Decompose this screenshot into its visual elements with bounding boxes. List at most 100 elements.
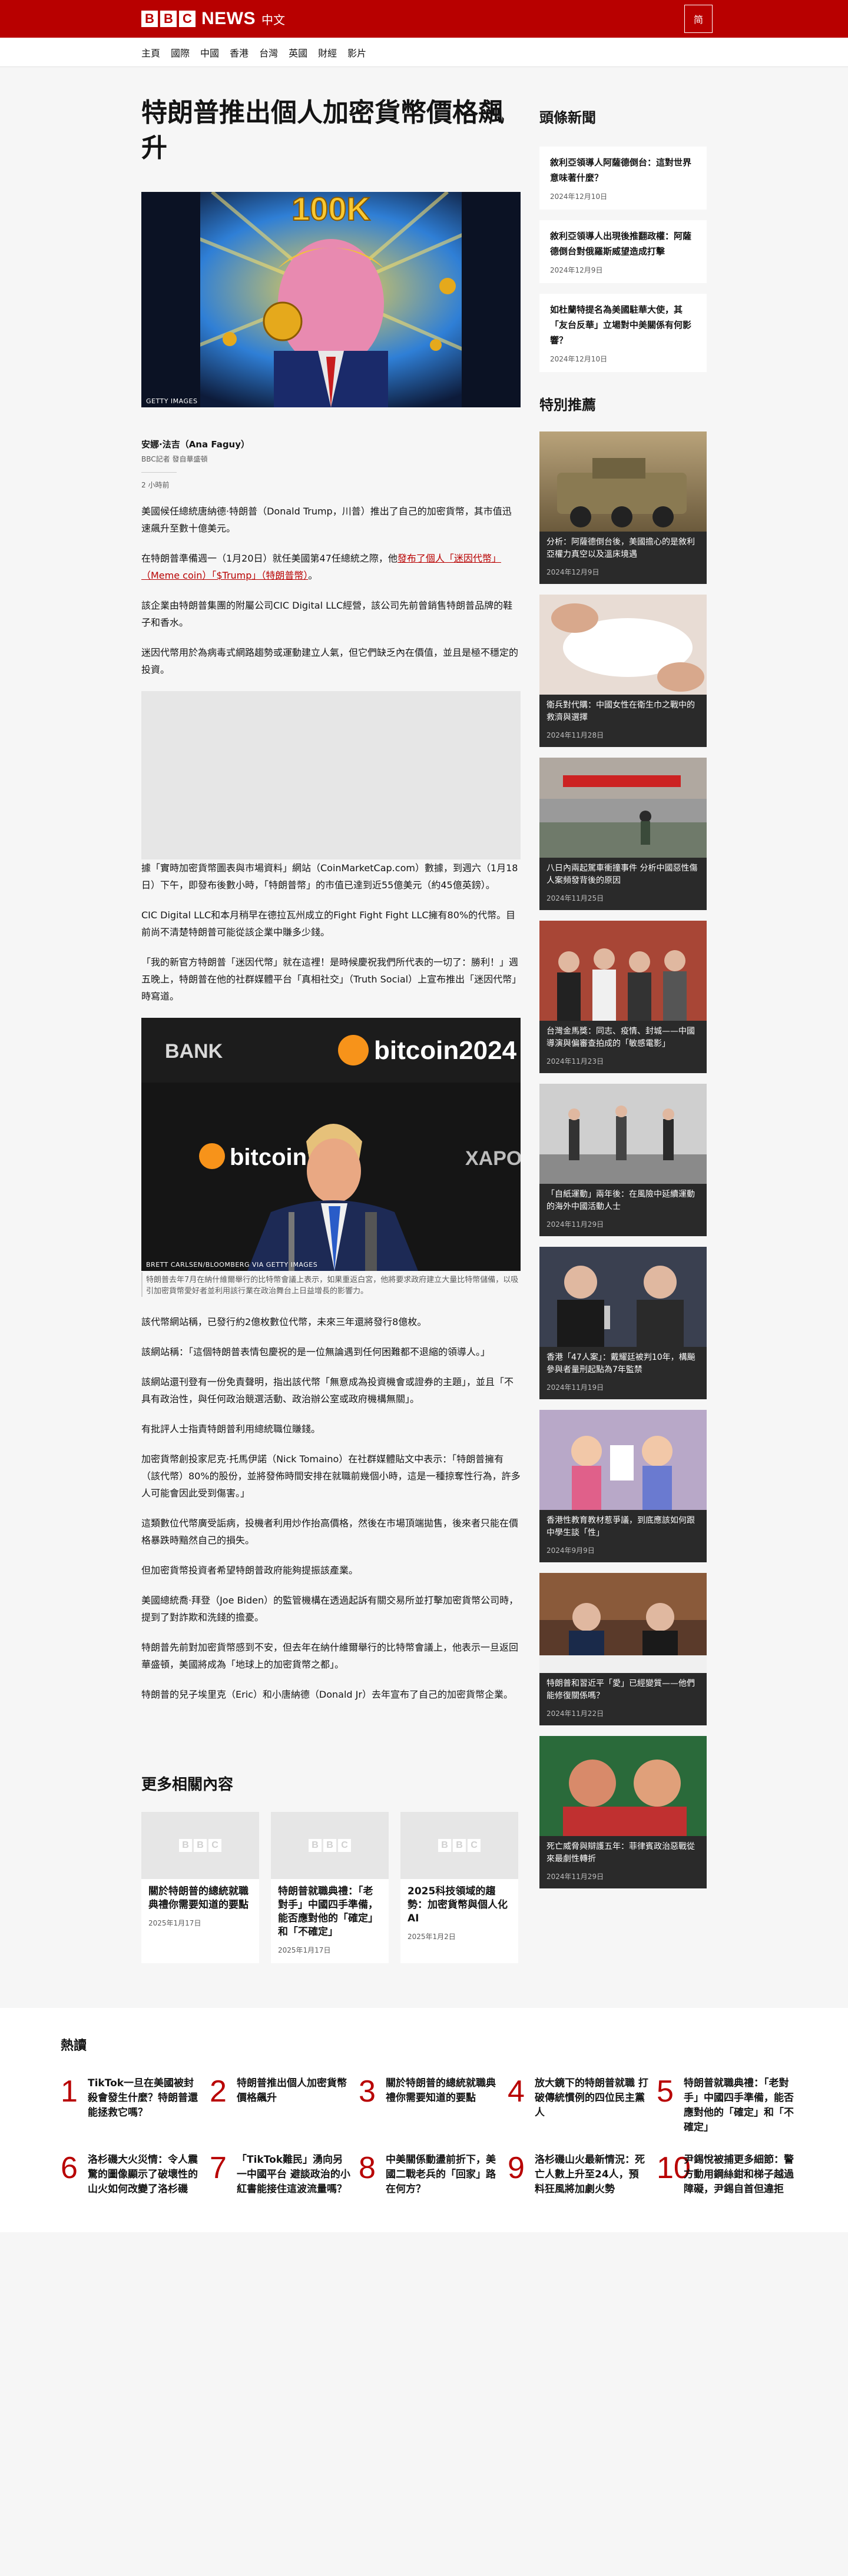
- feature-thumbnail: [539, 921, 707, 1021]
- feature-date: 2024年11月28日: [546, 731, 604, 739]
- hong-kong-activists-image: [557, 1266, 684, 1347]
- brand-language-text: 中文: [261, 12, 285, 27]
- article-paragraph: 美國候任總統唐納德·特朗普（Donald Trump，川普）推出了自己的加密貨幣…: [141, 506, 512, 534]
- feature-date: 2024年11月29日: [546, 1873, 604, 1881]
- bbc-placeholder-block: B: [438, 1839, 451, 1852]
- nav-item-world[interactable]: 國際: [171, 45, 190, 59]
- image-credit: BRETT CARLSEN/BLOOMBERG VIA GETTY IMAGES: [146, 1261, 318, 1269]
- related-card[interactable]: BBC 特朗普就職典禮：「老對手」中國四手準備，能否應對他的「確定」和「不確定」…: [271, 1812, 389, 1963]
- feature-card[interactable]: 八日內兩起駕車衝撞事件 分析中國惡性傷人案頻發背後的原因 2024年11月25日: [539, 758, 707, 910]
- most-read-headline: 中美關係動盪前折下，美國二戰老兵的「回家」路在何方？: [386, 2154, 496, 2195]
- article-paragraph: 在特朗普準備週一（1月20日）就任美國第47任總統之際，他發布了個人「迷因代幣」…: [141, 550, 521, 584]
- feature-card[interactable]: 「自紙運動」兩年後：在風險中延續運動的海外中國活動人士 2024年11月29日: [539, 1084, 707, 1236]
- feature-headline: 死亡威脅與辯護五年：菲律賓政治惡戰從來最劇性轉折: [546, 1842, 695, 1864]
- most-read-item[interactable]: 8 中美關係動盪前折下，美國二戰老兵的「回家」路在何方？: [359, 2153, 508, 2197]
- feature-thumbnail: [539, 1247, 707, 1347]
- most-read-item[interactable]: 6 洛杉磯大火災情：令人震驚的圖像顯示了破壞性的山火如何改變了洛杉磯: [61, 2153, 210, 2197]
- top-story-card[interactable]: 敘利亞領導人阿薩德倒台：這對世界意味著什麼？ 2024年12月10日: [539, 147, 707, 210]
- rank-number: 3: [359, 2074, 376, 2109]
- rank-number: 5: [657, 2074, 674, 2109]
- top-story-card[interactable]: 敘利亞領導人出現後推翻政權：阿薩德倒台對俄羅斯威望造成打擊 2024年12月9日: [539, 220, 707, 283]
- trump-xi-meeting-image: [539, 1573, 707, 1673]
- nav-item-hongkong[interactable]: 香港: [230, 45, 249, 59]
- feature-thumbnail: [539, 1736, 707, 1836]
- image-credit: GETTY IMAGES: [146, 397, 198, 405]
- most-read-headline: TikTok一旦在美國被封殺會發生什麼？特朗普還能拯救它嗎？: [88, 2077, 198, 2119]
- related-date: 2025年1月2日: [408, 1933, 456, 1941]
- most-read-headline: 洛杉磯山火最新情況：死亡人數上升至24人，預料狂風將加劇火勢: [535, 2154, 645, 2195]
- feature-card[interactable]: 特朗普和習近平「愛」已經變質——他們能修復關係嗎？ 2024年11月22日: [539, 1573, 707, 1725]
- most-read-headline: 尹錫悅被捕更多細節：警方動用鋼絲鉗和梯子越過障礙，尹錫自首但違拒: [684, 2154, 794, 2195]
- bbc-logo-link[interactable]: B B C NEWS 中文: [141, 9, 285, 29]
- most-read-headline: 特朗普推出個人加密貨幣價格飆升: [237, 2077, 347, 2104]
- feature-date: 2024年12月9日: [546, 568, 599, 576]
- features-title: 特別推薦: [539, 397, 596, 413]
- feature-card[interactable]: 衛兵對代購：中國女性在衛生巾之戰中的救濟與選擇 2024年11月28日: [539, 595, 707, 747]
- top-story-card[interactable]: 如杜蘭特提名為美國駐華大使，其「友台反華」立場對中美關係有何影響？ 2024年1…: [539, 294, 707, 372]
- article-paragraph: 該網站還刊登有一份免責聲明，指出該代幣「無意成為投資機會或證券的主題」，並且「不…: [141, 1376, 514, 1405]
- placeholder-thumbnail: BBC: [400, 1812, 518, 1879]
- top-stories-title: 頭條新聞: [539, 109, 596, 126]
- most-read-item[interactable]: 2 特朗普推出個人加密貨幣價格飆升: [210, 2076, 359, 2135]
- feature-thumbnail: [539, 1084, 707, 1184]
- bbc-placeholder-block: C: [338, 1839, 351, 1852]
- most-read-headline: 「TikTok難民」湧向另一中國平台 避談政治的小紅書能接住這波流量嗎？: [237, 2154, 350, 2195]
- main-nav: 主頁 國際 中國 香港 台灣 英國 財經 影片: [0, 38, 848, 67]
- feature-card[interactable]: 香港「47人案」：戴耀廷被判10年，構飈參與者量刑起點為7年監禁 2024年11…: [539, 1247, 707, 1399]
- bbc-placeholder-block: B: [179, 1839, 192, 1852]
- most-read-item[interactable]: 7 「TikTok難民」湧向另一中國平台 避談政治的小紅書能接住這波流量嗎？: [210, 2153, 359, 2197]
- nav-item-home[interactable]: 主頁: [141, 45, 160, 59]
- related-date: 2025年1月17日: [148, 1919, 201, 1927]
- most-read-item[interactable]: 4 放大鏡下的特朗普就職 打破傳統慣例的四位民主黨人: [508, 2076, 657, 2135]
- simplified-chinese-toggle-button[interactable]: 简: [684, 5, 713, 33]
- author-role: BBC記者 發自華盛頓: [141, 455, 208, 463]
- placeholder-thumbnail: BBC: [271, 1812, 389, 1879]
- most-read-list: 1 TikTok一旦在美國被封殺會發生什麼？特朗普還能拯救它嗎？ 2 特朗普推出個人…: [61, 2076, 830, 2197]
- most-read-title: 熱讀: [61, 2039, 87, 2053]
- article-paragraph: 「我的新官方特朗普「迷因代幣」就在這裡！是時候慶祝我們所代表的一切了：勝利！」週…: [141, 957, 519, 1002]
- feature-headline: 香港「47人案」：戴耀廷被判10年，構飈參與者量刑起點為7年監禁: [546, 1353, 695, 1375]
- nav-item-uk[interactable]: 英國: [289, 45, 307, 59]
- most-read-item[interactable]: 9 洛杉磯山火最新情況：死亡人數上升至24人，預料狂風將加劇火勢: [508, 2153, 657, 2197]
- rank-number: 8: [359, 2151, 376, 2185]
- most-read-item[interactable]: 3 關於特朗普的總統就職典禮你需要知道的要點: [359, 2076, 508, 2135]
- rank-number: 10: [657, 2151, 691, 2185]
- related-card[interactable]: BBC 關於特朗普的總統就職典禮你需要知道的要點 2025年1月17日: [141, 1812, 259, 1963]
- rank-number: 4: [508, 2074, 525, 2109]
- feature-date: 2024年11月25日: [546, 894, 604, 902]
- related-headline: 2025科技領域的趨勢：加密貨幣與個人化AI: [408, 1885, 508, 1924]
- author-name: 安娜·法吉（Ana Faguy）: [141, 439, 250, 450]
- most-read-headline: 放大鏡下的特朗普就職 打破傳統慣例的四位民主黨人: [535, 2077, 648, 2119]
- top-story-date: 2024年12月10日: [550, 192, 608, 201]
- article-paragraph: 美國總統喬·拜登（Joe Biden）的監管機構在透過起訴有關交易所並打擊加密貨…: [141, 1595, 519, 1623]
- article-paragraph: 該網站稱：「這個特朗普表情包慶祝的是一位無論遇到任何困難都不退縮的領導人。」: [141, 1346, 491, 1357]
- bitcoin-sign-text: bitcoin2024: [374, 1036, 517, 1065]
- most-read-item[interactable]: 1 TikTok一旦在美國被封殺會發生什麼？特朗普還能拯救它嗎？: [61, 2076, 210, 2135]
- most-read-headline: 洛杉磯大火災情：令人震驚的圖像顯示了破壞性的山火如何改變了洛杉磯: [88, 2154, 198, 2195]
- feature-headline: 衛兵對代購：中國女性在衛生巾之戰中的救濟與選擇: [546, 701, 695, 722]
- bbc-placeholder-block: C: [468, 1839, 481, 1852]
- nav-item-business[interactable]: 財經: [318, 45, 337, 59]
- most-read-item[interactable]: 5 特朗普就職典禮：「老對手」中國四手準備，能否應對他的「確定」和「不確定」: [657, 2076, 806, 2135]
- nav-item-video[interactable]: 影片: [347, 45, 366, 59]
- trump-speech-photo: BANK bitcoin2024 bitcoin2024 XAPO: [141, 1018, 521, 1271]
- most-read-item[interactable]: 10 尹錫悅被捕更多細節：警方動用鋼絲鉗和梯子越過障礙，尹錫自首但違拒: [657, 2153, 806, 2197]
- feature-card[interactable]: 台灣金馬獎：同志、疫情、封城——中國導演與偏審查拍成的「敏感電影」 2024年1…: [539, 921, 707, 1073]
- top-story-headline: 敘利亞領導人阿薩德倒台：這對世界意味著什麼？: [550, 157, 692, 183]
- masthead: B B C NEWS 中文 简: [0, 0, 848, 38]
- nav-item-china[interactable]: 中國: [200, 45, 219, 59]
- bbc-placeholder-block: B: [453, 1839, 466, 1852]
- more-related-section: 更多相關內容 BBC 關於特朗普的總統就職典禮你需要知道的要點 2025年1月1…: [141, 1772, 521, 1963]
- most-read-headline: 特朗普就職典禮：「老對手」中國四手準備，能否應對他的「確定」和「不確定」: [684, 2077, 794, 2133]
- article-paragraph: 據「實時加密貨幣圖表與市場資料」網站（CoinMarketCap.com）數據，…: [141, 862, 518, 891]
- nav-item-taiwan[interactable]: 台灣: [259, 45, 278, 59]
- article-paragraph: 特朗普先前對加密貨幣感到不安，但去年在納什維爾舉行的比特幣會議上，他表示一旦返回…: [141, 1642, 519, 1670]
- top-story-headline: 敘利亞領導人出現後推翻政權：阿薩德倒台對俄羅斯威望造成打擊: [550, 231, 692, 257]
- feature-card[interactable]: 死亡威脅與辯護五年：菲律賓政治惡戰從來最劇性轉折 2024年11月29日: [539, 1736, 707, 1888]
- rank-number: 7: [210, 2151, 227, 2185]
- feature-card[interactable]: 香港性教育教材惹爭議，到底應該如何跟中學生談「性」 2024年9月9日: [539, 1410, 707, 1562]
- related-card[interactable]: BBC 2025科技領域的趨勢：加密貨幣與個人化AI 2025年1月2日: [400, 1812, 518, 1963]
- rank-number: 2: [210, 2074, 227, 2109]
- feature-card[interactable]: 分析：阿薩德倒台後，美國擔心的是敘利亞權力真空以及溫床境遇 2024年12月9日: [539, 431, 707, 584]
- feature-thumbnail: [539, 431, 707, 532]
